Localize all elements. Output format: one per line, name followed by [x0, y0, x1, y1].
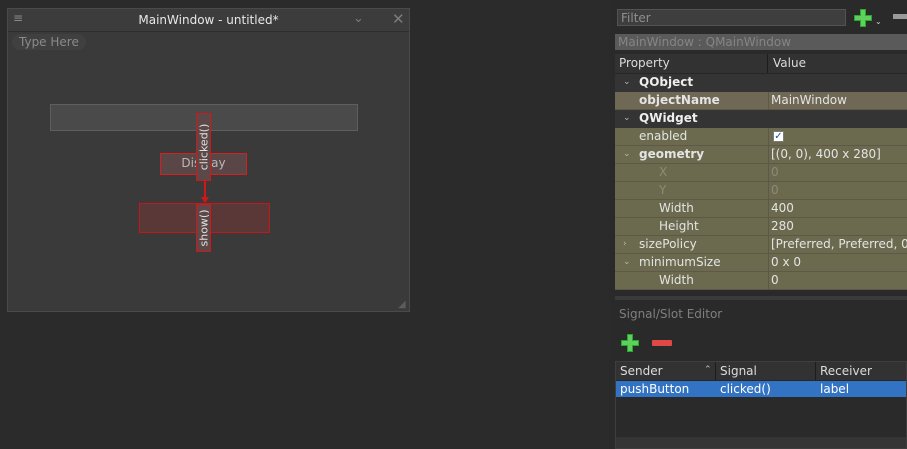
property-name: Width — [659, 273, 694, 287]
connection-sender[interactable]: pushButton — [620, 382, 689, 396]
column-header-property[interactable]: Property — [619, 56, 670, 70]
signal-label-text: clicked() — [197, 123, 210, 171]
property-name: enabled — [639, 129, 688, 143]
property-name: objectName — [639, 93, 720, 107]
property-row-width[interactable]: Width 400 — [615, 200, 907, 218]
expand-down-icon[interactable]: ⌄ — [623, 110, 631, 127]
group-label: QWidget — [639, 111, 698, 125]
property-name: Y — [659, 183, 667, 197]
window-title: MainWindow - untitled* — [138, 13, 279, 27]
expand-down-icon[interactable]: ⌄ — [623, 146, 631, 163]
collapse-icon[interactable]: ⌄ — [353, 11, 364, 26]
column-header-sender[interactable]: Sender — [620, 364, 663, 378]
slot-label-text: show() — [197, 209, 210, 247]
add-connection-icon[interactable] — [620, 333, 640, 353]
property-value[interactable]: 0 — [768, 182, 907, 200]
property-value[interactable]: 0 — [768, 272, 907, 290]
signal-label[interactable]: clicked() — [196, 113, 211, 181]
column-header-signal[interactable]: Signal — [720, 364, 757, 378]
property-table[interactable]: Property Value ⌄ QObject objectName Main… — [615, 54, 907, 296]
signal-slot-editor-title: Signal/Slot Editor — [619, 307, 723, 321]
property-row-min-width[interactable]: Width 0 — [615, 272, 907, 290]
form-window[interactable]: ≡ MainWindow - untitled* ⌄ ✕ Type Here D… — [7, 8, 410, 312]
property-name: minimumSize — [639, 255, 721, 269]
property-name: X — [659, 165, 668, 179]
column-divider — [767, 54, 768, 73]
chevron-down-icon[interactable]: ⌄ — [875, 17, 882, 26]
sort-ascending-icon[interactable]: ⌃ — [704, 365, 712, 375]
property-value[interactable]: [(0, 0), 400 x 280] — [768, 146, 907, 164]
property-value[interactable]: ✓ — [768, 128, 907, 146]
menu-type-here[interactable]: Type Here — [12, 34, 86, 50]
filter-input[interactable] — [617, 9, 846, 26]
column-header-receiver[interactable]: Receiver — [820, 364, 872, 378]
property-value[interactable]: MainWindow — [768, 92, 907, 110]
column-divider — [815, 362, 816, 380]
property-row-objectname[interactable]: objectName MainWindow — [615, 92, 907, 110]
expand-down-icon[interactable]: ⌄ — [623, 254, 631, 271]
property-row-x[interactable]: X 0 — [615, 164, 907, 182]
property-value[interactable]: 0 — [768, 164, 907, 182]
enabled-checkbox[interactable]: ✓ — [773, 131, 784, 142]
group-row-qobject[interactable]: ⌄ QObject — [615, 74, 907, 92]
connection-arrow — [201, 197, 209, 203]
connection-row[interactable]: pushButton clicked() label — [616, 381, 906, 397]
right-dock: ⌄ MainWindow : QMainWindow Property Valu… — [609, 0, 907, 449]
property-name: Height — [659, 219, 699, 233]
property-row-sizepolicy[interactable]: › sizePolicy [Preferred, Preferred, 0, 0… — [615, 236, 907, 254]
property-row-geometry[interactable]: ⌄ geometry [(0, 0), 400 x 280] — [615, 146, 907, 164]
connection-scrollbar[interactable] — [616, 437, 906, 448]
expand-down-icon[interactable]: ⌄ — [623, 74, 631, 91]
property-value[interactable]: 400 — [768, 200, 907, 218]
close-icon[interactable]: ✕ — [392, 10, 405, 28]
property-value[interactable]: 0 x 0 — [768, 254, 907, 272]
slot-label[interactable]: show() — [196, 204, 211, 252]
column-divider — [715, 362, 716, 380]
property-value[interactable]: 280 — [768, 218, 907, 236]
property-row-height[interactable]: Height 280 — [615, 218, 907, 236]
property-scrollbar[interactable] — [615, 296, 907, 300]
column-header-value[interactable]: Value — [773, 56, 806, 70]
property-row-enabled[interactable]: enabled ✓ — [615, 128, 907, 146]
property-name: sizePolicy — [639, 237, 697, 251]
group-row-qwidget[interactable]: ⌄ QWidget — [615, 110, 907, 128]
remove-connection-icon[interactable] — [652, 340, 672, 346]
connection-signal[interactable]: clicked() — [720, 382, 771, 396]
resize-grip-icon[interactable]: ◢ — [398, 299, 406, 310]
remove-property-icon[interactable] — [893, 14, 907, 19]
property-table-header: Property Value — [615, 54, 907, 74]
connection-table[interactable]: Sender ⌃ Signal Receiver pushButton clic… — [615, 361, 907, 449]
property-name: Width — [659, 201, 694, 215]
property-name: geometry — [639, 147, 705, 161]
form-titlebar[interactable]: ≡ MainWindow - untitled* ⌄ ✕ — [8, 9, 409, 32]
connection-table-header: Sender ⌃ Signal Receiver — [616, 362, 906, 381]
property-row-minimumsize[interactable]: ⌄ minimumSize 0 x 0 — [615, 254, 907, 272]
object-caption: MainWindow : QMainWindow — [615, 34, 907, 50]
property-value[interactable]: [Preferred, Preferred, 0, 0] — [768, 236, 907, 254]
connection-receiver[interactable]: label — [820, 382, 849, 396]
property-row-y[interactable]: Y 0 — [615, 182, 907, 200]
add-property-icon[interactable] — [853, 8, 873, 28]
expand-right-icon[interactable]: › — [623, 236, 627, 253]
group-label: QObject — [639, 75, 694, 89]
